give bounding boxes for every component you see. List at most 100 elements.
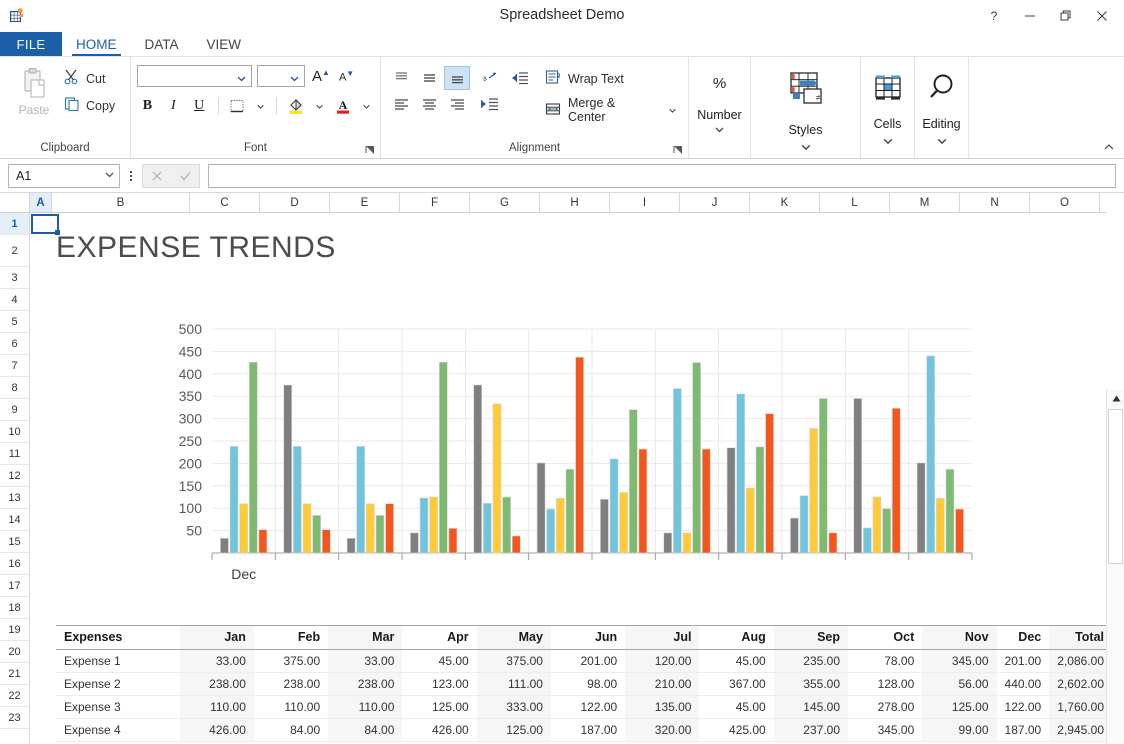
row-header-18[interactable]: 18: [0, 597, 29, 619]
shrink-font-icon[interactable]: A▼: [337, 69, 356, 84]
expense-trends-chart[interactable]: 50100150200250300350400450500Dec: [140, 321, 980, 601]
row-header-20[interactable]: 20: [0, 641, 29, 663]
row-header-17[interactable]: 17: [0, 575, 29, 597]
wrap-text-button[interactable]: Wrap Text: [545, 69, 682, 88]
fill-color-chevron-down-icon[interactable]: [311, 95, 327, 117]
styles-button[interactable]: ≠ Styles: [757, 63, 854, 158]
row-header-10[interactable]: 10: [0, 421, 29, 443]
sheet-canvas[interactable]: EXPENSE TRENDS 5010015020025030035040045…: [30, 213, 1106, 744]
row-header-2[interactable]: 2: [0, 235, 29, 267]
name-box[interactable]: A1: [8, 164, 120, 188]
column-header-B[interactable]: B: [52, 193, 190, 212]
borders-chevron-down-icon[interactable]: [252, 95, 268, 117]
select-all-corner[interactable]: [0, 193, 30, 212]
copy-button[interactable]: Copy: [64, 96, 115, 115]
editing-button[interactable]: Editing: [921, 63, 962, 152]
align-bottom-icon[interactable]: [444, 66, 470, 90]
row-header-6[interactable]: 6: [0, 333, 29, 355]
chevron-down-icon[interactable]: [936, 131, 948, 152]
align-middle-icon[interactable]: [416, 66, 442, 90]
dialog-launcher-icon[interactable]: [365, 145, 375, 155]
column-header-I[interactable]: I: [610, 193, 680, 212]
cut-button[interactable]: Cut: [64, 69, 115, 88]
column-header-J[interactable]: J: [680, 193, 750, 212]
chevron-down-icon[interactable]: [289, 71, 300, 82]
paste-button[interactable]: Paste: [6, 63, 62, 117]
row-header-9[interactable]: 9: [0, 399, 29, 421]
row-header-8[interactable]: 8: [0, 377, 29, 399]
restore-button[interactable]: [1048, 1, 1084, 31]
row-header-5[interactable]: 5: [0, 311, 29, 333]
chevron-down-icon[interactable]: [714, 122, 725, 140]
row-header-23[interactable]: 23: [0, 707, 29, 729]
cells-button[interactable]: Cells: [867, 63, 908, 152]
tab-file[interactable]: FILE: [0, 32, 62, 56]
cancel-x-icon[interactable]: [143, 165, 171, 187]
merge-center-button[interactable]: Merge & Center: [545, 96, 682, 124]
row-header-3[interactable]: 3: [0, 267, 29, 289]
formula-input[interactable]: [208, 164, 1116, 188]
chevron-down-icon[interactable]: [800, 137, 812, 158]
align-center-icon[interactable]: [416, 92, 442, 116]
increase-indent-icon[interactable]: [477, 92, 503, 116]
table-row[interactable]: Expense 3110.00110.00110.00125.00333.001…: [56, 696, 1106, 719]
column-header-A[interactable]: A: [30, 193, 52, 212]
font-name-input[interactable]: [137, 65, 252, 87]
table-row[interactable]: Expense 2238.00238.00238.00123.00111.009…: [56, 673, 1106, 696]
chevron-down-icon[interactable]: [104, 169, 115, 183]
chevron-down-icon[interactable]: [236, 71, 247, 82]
italic-button[interactable]: I: [163, 94, 184, 118]
column-header-C[interactable]: C: [190, 193, 260, 212]
column-header-O[interactable]: O: [1030, 193, 1100, 212]
row-header-14[interactable]: 14: [0, 509, 29, 531]
align-top-icon[interactable]: [388, 66, 414, 90]
text-orientation-icon[interactable]: a: [477, 66, 503, 90]
vertical-scrollbar[interactable]: [1106, 389, 1124, 744]
close-button[interactable]: [1084, 1, 1120, 31]
column-header-N[interactable]: N: [960, 193, 1030, 212]
collapse-ribbon-icon[interactable]: [1102, 140, 1116, 154]
align-right-icon[interactable]: [444, 92, 470, 116]
row-header-4[interactable]: 4: [0, 289, 29, 311]
bold-button[interactable]: B: [137, 94, 158, 118]
table-row[interactable]: Expense 133.00375.0033.0045.00375.00201.…: [56, 650, 1106, 673]
font-color-icon[interactable]: A: [332, 94, 353, 118]
help-button[interactable]: ?: [976, 1, 1012, 31]
row-header-15[interactable]: 15: [0, 531, 29, 553]
dialog-launcher-icon[interactable]: [673, 145, 683, 155]
decrease-indent-icon[interactable]: [507, 66, 533, 90]
expenses-data-table[interactable]: ExpensesJanFebMarAprMayJunJulAugSepOctNo…: [56, 625, 1106, 742]
tab-data[interactable]: DATA: [131, 32, 193, 56]
column-header-G[interactable]: G: [470, 193, 540, 212]
row-header-1[interactable]: 1: [0, 213, 29, 235]
row-header-7[interactable]: 7: [0, 355, 29, 377]
font-color-chevron-down-icon[interactable]: [358, 95, 374, 117]
row-header-19[interactable]: 19: [0, 619, 29, 641]
tab-view[interactable]: VIEW: [193, 32, 256, 56]
row-header-16[interactable]: 16: [0, 553, 29, 575]
tab-home[interactable]: HOME: [62, 32, 131, 56]
column-header-K[interactable]: K: [750, 193, 820, 212]
column-header-D[interactable]: D: [260, 193, 330, 212]
table-row[interactable]: Expense 4426.0084.0084.00426.00125.00187…: [56, 719, 1106, 742]
row-header-13[interactable]: 13: [0, 487, 29, 509]
row-header-21[interactable]: 21: [0, 663, 29, 685]
number-format-button[interactable]: % Number: [695, 63, 744, 140]
row-header-11[interactable]: 11: [0, 443, 29, 465]
scroll-up-icon[interactable]: [1107, 389, 1124, 407]
column-header-F[interactable]: F: [400, 193, 470, 212]
align-left-icon[interactable]: [388, 92, 414, 116]
grow-font-icon[interactable]: A▲: [310, 68, 332, 85]
column-header-M[interactable]: M: [890, 193, 960, 212]
column-header-L[interactable]: L: [820, 193, 890, 212]
kebab-menu-icon[interactable]: [123, 171, 139, 181]
scrollbar-thumb[interactable]: [1108, 409, 1123, 564]
column-header-E[interactable]: E: [330, 193, 400, 212]
row-header-12[interactable]: 12: [0, 465, 29, 487]
fill-color-icon[interactable]: [285, 94, 306, 118]
chevron-down-icon[interactable]: [882, 131, 894, 152]
column-header-H[interactable]: H: [540, 193, 610, 212]
underline-button[interactable]: U: [189, 94, 210, 118]
row-header-22[interactable]: 22: [0, 685, 29, 707]
merge-center-chevron-down-icon[interactable]: [662, 99, 682, 121]
